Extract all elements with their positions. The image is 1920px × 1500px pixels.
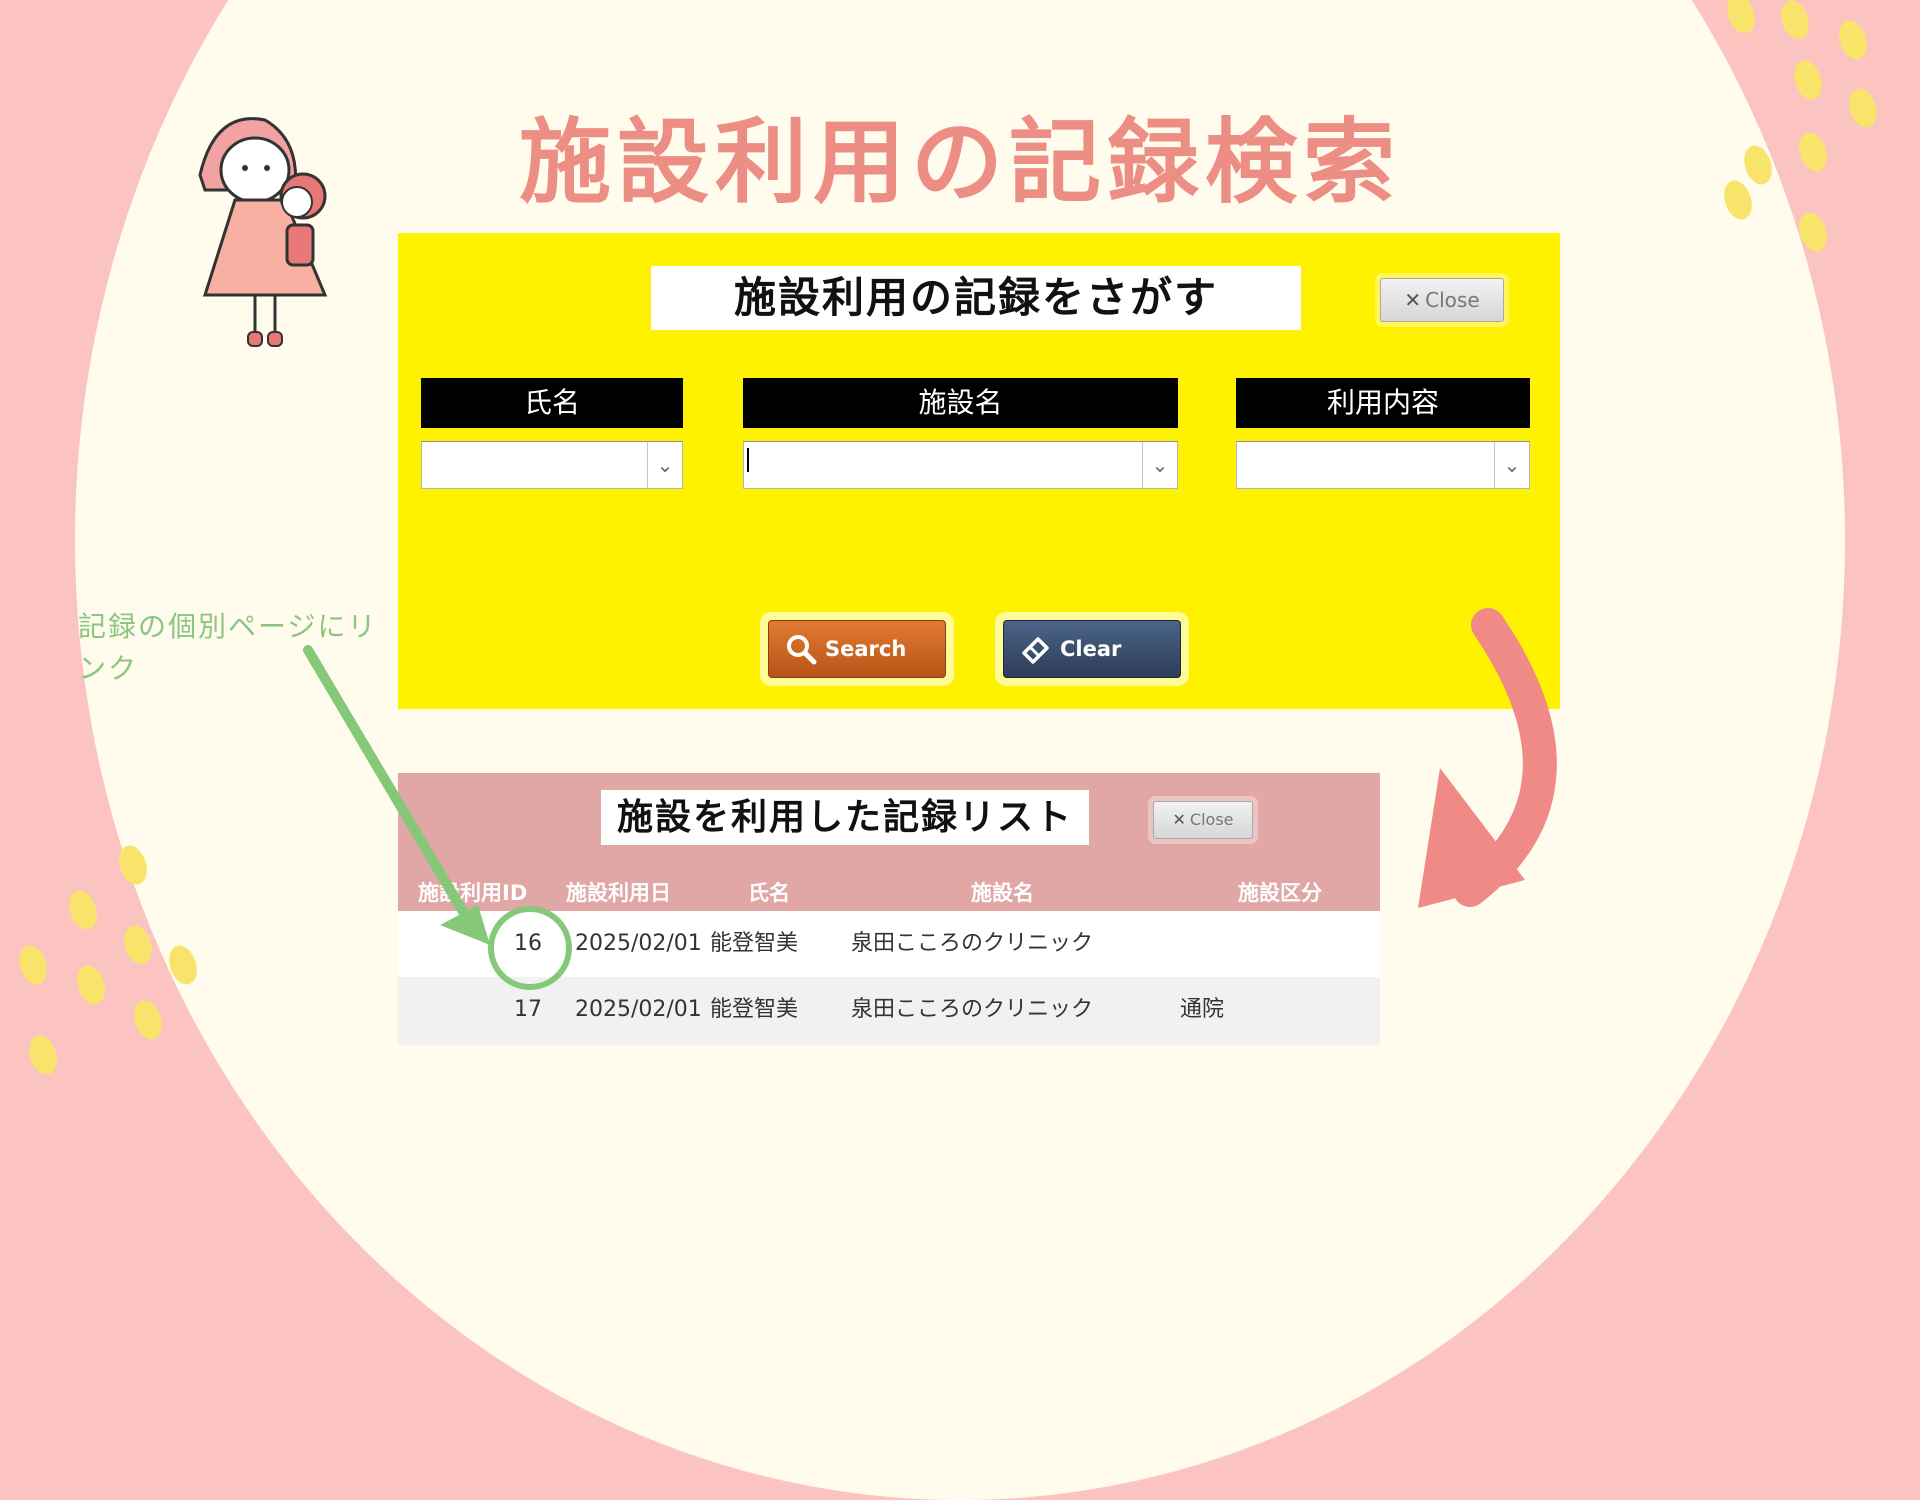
curved-arrow bbox=[1418, 608, 1557, 908]
annotation-arrows bbox=[303, 608, 1557, 945]
pointer-arrow bbox=[303, 645, 490, 945]
